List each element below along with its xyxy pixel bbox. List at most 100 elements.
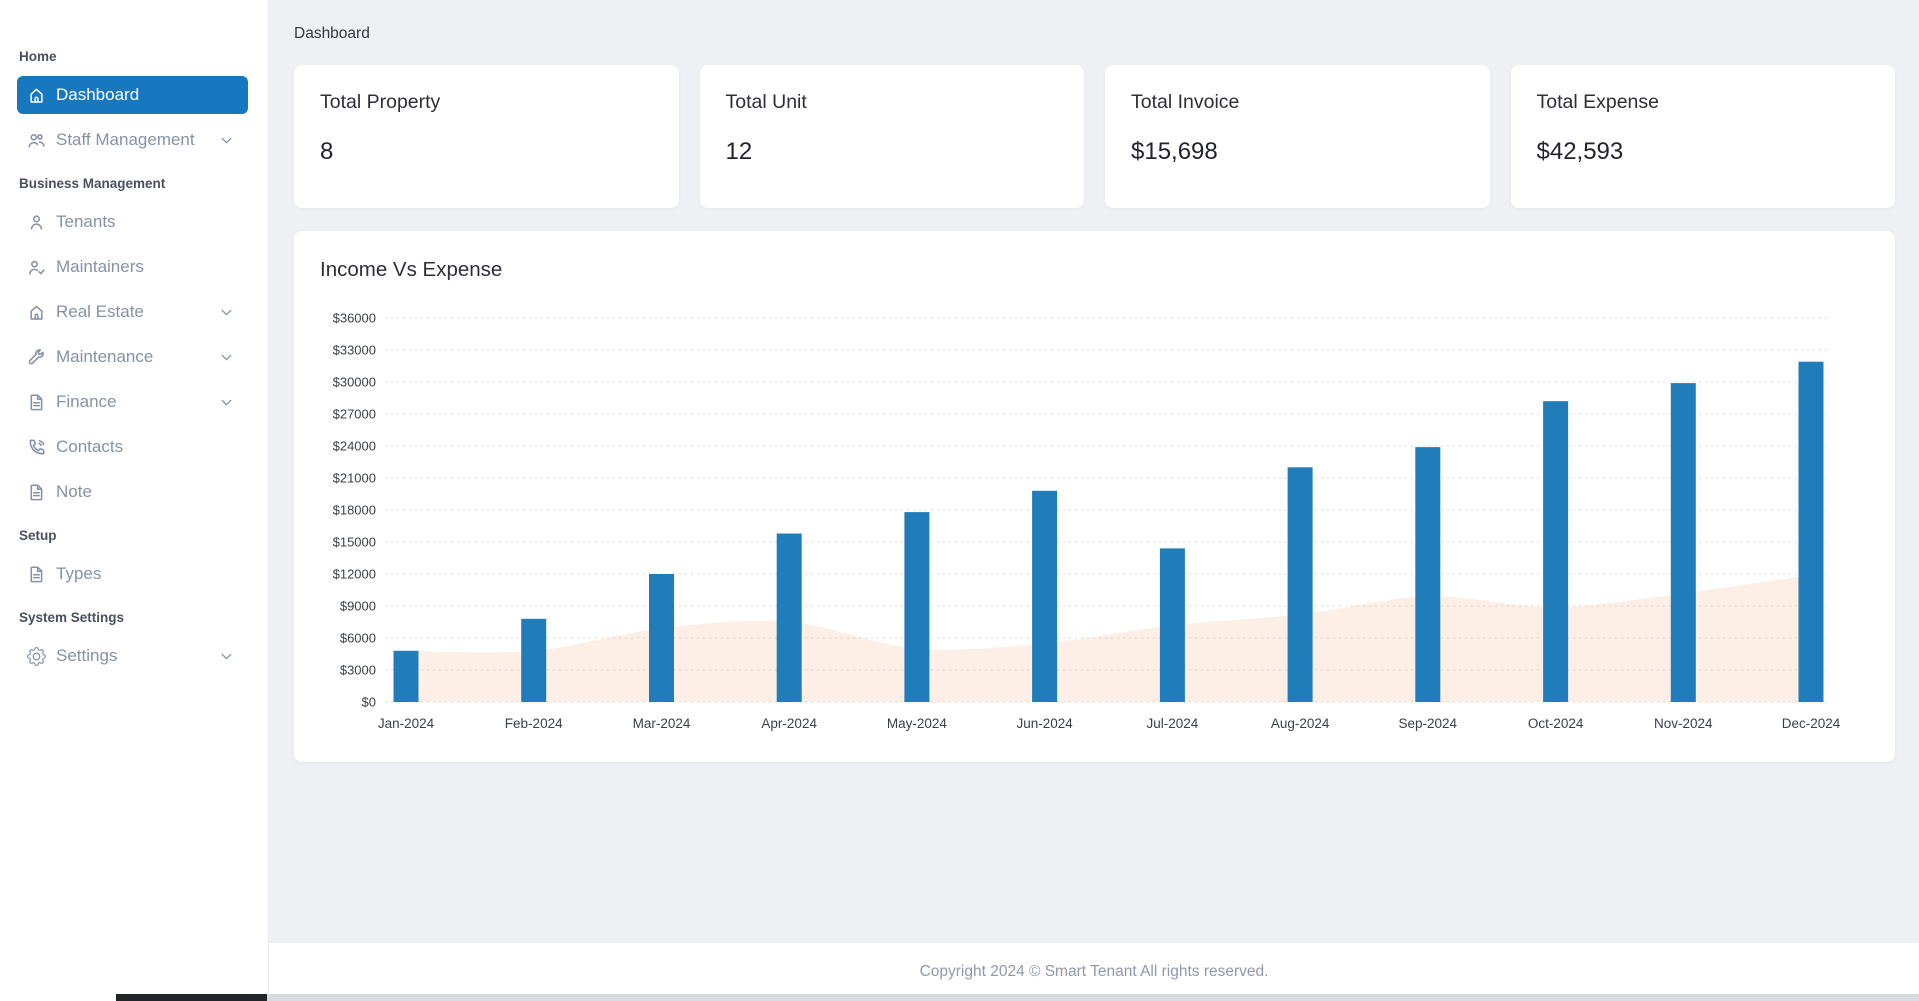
copyright-text: Copyright 2024 © Smart Tenant All rights…: [920, 963, 1269, 981]
sidebar: Home Dashboard Staff Management Business Ma…: [0, 0, 269, 1001]
sidebar-item-label: Settings: [56, 646, 117, 666]
income-bar-dec-2024[interactable]: [1799, 362, 1824, 702]
stat-card-title: Total Expense: [1537, 91, 1870, 113]
file-text-icon: [27, 393, 46, 412]
x-axis-tick-label: Feb-2024: [505, 716, 563, 731]
sidebar-section-label: Home: [19, 48, 248, 66]
sidebar-item-label: Note: [56, 482, 92, 502]
y-axis-tick-label: $9000: [340, 599, 376, 614]
sidebar-item-contacts[interactable]: Contacts: [17, 428, 248, 466]
x-axis-tick-label: May-2024: [887, 716, 948, 731]
chart-x-axis-labels: Jan-2024 Feb-2024 Mar-2024 Apr-2024 May-2024…: [378, 716, 1841, 731]
sidebar-item-label: Maintainers: [56, 257, 144, 277]
main-content: Dashboard Total Property 8 Total Unit 12 Tot…: [269, 0, 1919, 1001]
y-axis-tick-label: $12000: [333, 567, 376, 582]
sidebar-item-maintenance[interactable]: Maintenance: [17, 338, 248, 376]
sidebar-item-label: Tenants: [56, 212, 116, 232]
y-axis-tick-label: $36000: [333, 311, 376, 326]
sidebar-item-maintainers[interactable]: Maintainers: [17, 248, 248, 286]
x-axis-tick-label: Jul-2024: [1147, 716, 1199, 731]
x-axis-tick-label: Mar-2024: [633, 716, 691, 731]
income-bar-jan-2024[interactable]: [394, 651, 419, 702]
stat-card-title: Total Invoice: [1131, 91, 1464, 113]
income-bar-may-2024[interactable]: [904, 512, 929, 702]
x-axis-tick-label: Jun-2024: [1016, 716, 1073, 731]
income-bar-feb-2024[interactable]: [521, 619, 546, 702]
sidebar-item-note[interactable]: Note: [17, 473, 248, 511]
sidebar-item-tenants[interactable]: Tenants: [17, 203, 248, 241]
phone-icon: [27, 438, 46, 457]
sidebar-item-label: Types: [56, 564, 101, 584]
stat-card-value: 8: [320, 138, 653, 166]
stat-card-title: Total Property: [320, 91, 653, 113]
people-icon: [27, 131, 46, 150]
y-axis-tick-label: $24000: [333, 439, 376, 454]
y-axis-tick-label: $33000: [333, 343, 376, 358]
expense-area-series: [406, 575, 1811, 702]
income-bar-jul-2024[interactable]: [1160, 548, 1185, 702]
x-axis-tick-label: Nov-2024: [1654, 716, 1713, 731]
income-bar-sep-2024[interactable]: [1415, 447, 1440, 702]
horizontal-scrollbar-track[interactable]: [267, 994, 1919, 1001]
file-text-icon: [27, 565, 46, 584]
stat-card-value: $42,593: [1537, 138, 1870, 166]
chart-y-axis-labels: $0$3000$6000$9000$12000$15000$18000$2100…: [333, 311, 376, 710]
home-icon: [27, 303, 46, 322]
stat-card-total-property: Total Property 8: [294, 65, 679, 208]
breadcrumb: Dashboard: [294, 0, 1895, 43]
income-bar-mar-2024[interactable]: [649, 574, 674, 702]
income-bar-jun-2024[interactable]: [1032, 491, 1057, 702]
horizontal-scrollbar-thumb[interactable]: [116, 994, 267, 1001]
stat-card-value: $15,698: [1131, 138, 1464, 166]
y-axis-tick-label: $6000: [340, 631, 376, 646]
income-bar-oct-2024[interactable]: [1543, 401, 1568, 702]
income-bar-apr-2024[interactable]: [777, 534, 802, 703]
sidebar-item-finance[interactable]: Finance: [17, 383, 248, 421]
file-text-icon: [27, 483, 46, 502]
chevron-down-icon: [219, 395, 234, 410]
y-axis-tick-label: $0: [362, 695, 376, 710]
y-axis-tick-label: $18000: [333, 503, 376, 518]
sidebar-item-dashboard[interactable]: Dashboard: [17, 76, 248, 114]
chevron-down-icon: [219, 305, 234, 320]
stat-card-value: 12: [726, 138, 1059, 166]
person-icon: [27, 213, 46, 232]
income-vs-expense-chart: $0$3000$6000$9000$12000$15000$18000$2100…: [320, 291, 1869, 743]
gear-icon: [27, 647, 46, 666]
sidebar-item-types[interactable]: Types: [17, 555, 248, 593]
sidebar-item-staff-management[interactable]: Staff Management: [17, 121, 248, 159]
chart-title: Income Vs Expense: [320, 257, 1869, 283]
wrench-icon: [27, 348, 46, 367]
stat-card-total-expense: Total Expense $42,593: [1511, 65, 1896, 208]
chevron-down-icon: [219, 350, 234, 365]
sidebar-item-real-estate[interactable]: Real Estate: [17, 293, 248, 331]
app-root: Home Dashboard Staff Management Business Ma…: [0, 0, 1919, 1001]
sidebar-item-label: Real Estate: [56, 302, 144, 322]
person-check-icon: [27, 258, 46, 277]
x-axis-tick-label: Aug-2024: [1271, 716, 1330, 731]
x-axis-tick-label: Dec-2024: [1782, 716, 1841, 731]
horizontal-scrollbar: [0, 994, 1919, 1001]
sidebar-item-label: Maintenance: [56, 347, 153, 367]
x-axis-tick-label: Sep-2024: [1399, 716, 1458, 731]
y-axis-tick-label: $15000: [333, 535, 376, 550]
home-icon: [27, 86, 46, 105]
x-axis-tick-label: Apr-2024: [761, 716, 817, 731]
sidebar-section-label: System Settings: [19, 609, 248, 627]
sidebar-item-settings[interactable]: Settings: [17, 637, 248, 675]
stat-card-title: Total Unit: [726, 91, 1059, 113]
y-axis-tick-label: $30000: [333, 375, 376, 390]
sidebar-section-label: Setup: [19, 527, 248, 545]
chevron-down-icon: [219, 133, 234, 148]
income-bar-aug-2024[interactable]: [1288, 467, 1313, 702]
stat-card-total-invoice: Total Invoice $15,698: [1105, 65, 1490, 208]
sidebar-item-label: Contacts: [56, 437, 123, 457]
footer: Copyright 2024 © Smart Tenant All rights…: [0, 943, 1919, 1001]
x-axis-tick-label: Jan-2024: [378, 716, 435, 731]
y-axis-tick-label: $21000: [333, 471, 376, 486]
sidebar-item-label: Dashboard: [56, 85, 139, 105]
x-axis-tick-label: Oct-2024: [1528, 716, 1584, 731]
income-bar-nov-2024[interactable]: [1671, 383, 1696, 702]
sidebar-section-label: Business Management: [19, 175, 248, 193]
sidebar-item-label: Finance: [56, 392, 116, 412]
